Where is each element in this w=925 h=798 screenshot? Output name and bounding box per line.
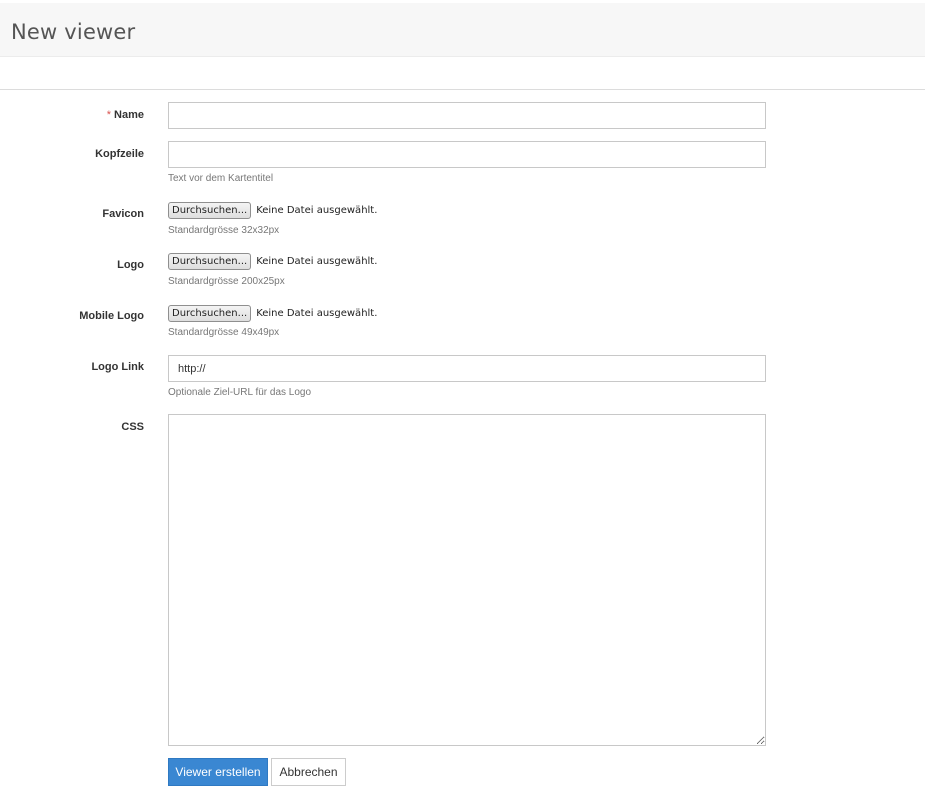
css-label: CSS xyxy=(121,421,144,433)
favicon-file-input: Durchsuchen... Keine Datei ausgewählt. xyxy=(168,201,377,219)
logo-help: Standardgrösse 200x25px xyxy=(168,276,285,287)
logo-browse-button[interactable]: Durchsuchen... xyxy=(168,252,252,270)
logo-link-input[interactable] xyxy=(168,355,766,382)
create-viewer-button[interactable]: Viewer erstellen xyxy=(168,758,268,786)
favicon-label: Favicon xyxy=(102,208,144,220)
kopfzeile-label: Kopfzeile xyxy=(95,148,144,160)
mobile-logo-browse-button[interactable]: Durchsuchen... xyxy=(168,304,252,322)
favicon-help: Standardgrösse 32x32px xyxy=(168,225,280,236)
css-textarea[interactable] xyxy=(168,414,766,746)
cancel-button[interactable]: Abbrechen xyxy=(271,758,346,786)
mobile-logo-file-input: Durchsuchen... Keine Datei ausgewählt. xyxy=(168,304,377,322)
name-input[interactable] xyxy=(168,102,766,129)
logo-file-status: Keine Datei ausgewählt. xyxy=(256,255,378,267)
favicon-file-status: Keine Datei ausgewählt. xyxy=(256,204,378,216)
kopfzeile-help: Text vor dem Kartentitel xyxy=(168,173,274,184)
kopfzeile-input[interactable] xyxy=(168,141,766,168)
name-label-text: Name xyxy=(114,109,144,121)
name-label: * Name xyxy=(107,109,144,121)
header-divider xyxy=(0,89,925,90)
logo-label: Logo xyxy=(117,259,144,271)
mobile-logo-label: Mobile Logo xyxy=(79,310,144,322)
logo-file-input: Durchsuchen... Keine Datei ausgewählt. xyxy=(168,252,377,270)
mobile-logo-file-status: Keine Datei ausgewählt. xyxy=(256,307,378,319)
logo-link-label: Logo Link xyxy=(91,361,144,373)
favicon-browse-button[interactable]: Durchsuchen... xyxy=(168,201,252,219)
mobile-logo-help: Standardgrösse 49x49px xyxy=(168,327,280,338)
page-title: New viewer xyxy=(11,20,136,44)
required-marker: * xyxy=(106,109,112,121)
page-header: New viewer xyxy=(0,3,925,57)
logo-link-help: Optionale Ziel-URL für das Logo xyxy=(168,387,312,398)
